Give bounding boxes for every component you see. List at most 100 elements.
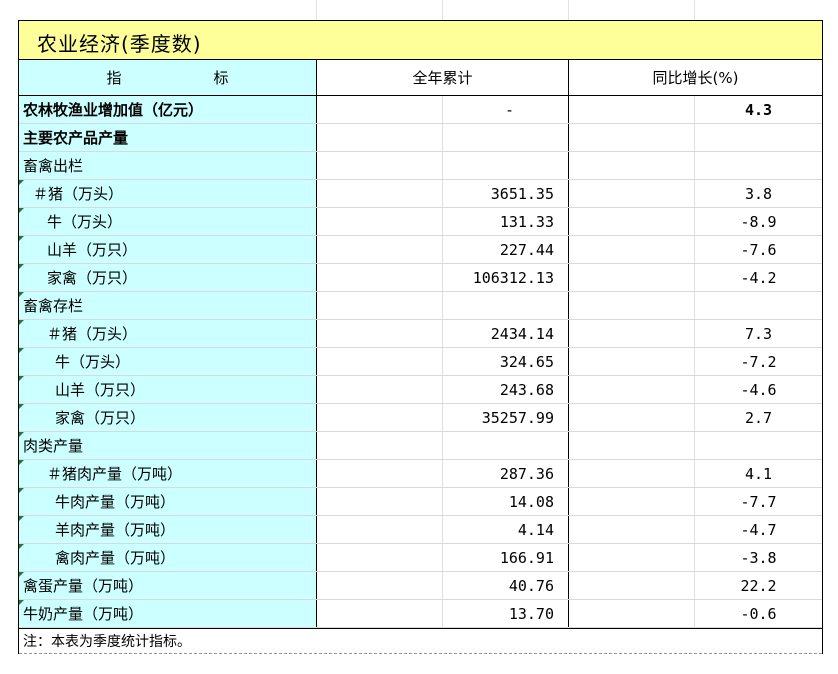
empty-cell[interactable] <box>317 432 443 459</box>
empty-cell[interactable] <box>569 348 695 375</box>
cumulative-value[interactable] <box>443 292 569 319</box>
empty-cell[interactable] <box>569 152 695 179</box>
yoy-value[interactable] <box>695 124 822 151</box>
empty-cell[interactable] <box>317 516 443 543</box>
cumulative-value[interactable]: 106312.13 <box>443 264 569 291</box>
cumulative-value[interactable]: 35257.99 <box>443 404 569 431</box>
yoy-value[interactable]: -7.2 <box>695 348 822 375</box>
yoy-value[interactable] <box>695 292 822 319</box>
yoy-value[interactable]: 4.1 <box>695 460 822 487</box>
header-cumulative[interactable]: 全年累计 <box>317 60 569 95</box>
empty-cell[interactable] <box>569 180 695 207</box>
cumulative-value[interactable]: 166.91 <box>443 544 569 571</box>
yoy-value[interactable]: -4.7 <box>695 516 822 543</box>
row-label[interactable]: 牛（万头） <box>19 348 317 375</box>
empty-cell[interactable] <box>317 236 443 263</box>
header-yoy[interactable]: 同比增长(%) <box>569 60 822 95</box>
empty-cell[interactable] <box>569 292 695 319</box>
yoy-value[interactable]: 7.3 <box>695 320 822 347</box>
yoy-value[interactable]: 22.2 <box>695 572 822 599</box>
empty-cell[interactable] <box>569 404 695 431</box>
cumulative-value[interactable]: 243.68 <box>443 376 569 403</box>
empty-cell[interactable] <box>569 320 695 347</box>
cumulative-value[interactable]: 227.44 <box>443 236 569 263</box>
cumulative-value[interactable]: 324.65 <box>443 348 569 375</box>
row-label[interactable]: 山羊（万只） <box>19 376 317 403</box>
empty-cell[interactable] <box>569 600 695 627</box>
cumulative-value[interactable]: 131.33 <box>443 208 569 235</box>
yoy-value[interactable]: -4.6 <box>695 376 822 403</box>
yoy-value[interactable]: -7.7 <box>695 488 822 515</box>
row-label[interactable]: 农林牧渔业增加值（亿元） <box>19 96 317 123</box>
empty-cell[interactable] <box>317 320 443 347</box>
row-label[interactable]: 家禽（万只） <box>19 264 317 291</box>
cumulative-value[interactable]: 2434.14 <box>443 320 569 347</box>
yoy-value[interactable]: -7.6 <box>695 236 822 263</box>
empty-cell[interactable] <box>317 460 443 487</box>
empty-cell[interactable] <box>317 348 443 375</box>
empty-cell[interactable] <box>569 264 695 291</box>
row-label[interactable]: 肉类产量 <box>19 432 317 459</box>
yoy-value[interactable]: -3.8 <box>695 544 822 571</box>
row-label[interactable]: 畜禽出栏 <box>19 152 317 179</box>
yoy-value[interactable] <box>695 152 822 179</box>
yoy-value[interactable]: -4.2 <box>695 264 822 291</box>
empty-cell[interactable] <box>317 544 443 571</box>
yoy-value[interactable]: -8.9 <box>695 208 822 235</box>
row-label[interactable]: ＃猪（万头） <box>19 320 317 347</box>
row-label[interactable]: 主要农产品产量 <box>19 124 317 151</box>
cumulative-value[interactable]: 40.76 <box>443 572 569 599</box>
empty-cell[interactable] <box>569 544 695 571</box>
empty-cell[interactable] <box>317 292 443 319</box>
empty-cell[interactable] <box>569 124 695 151</box>
row-label[interactable]: 禽蛋产量（万吨） <box>19 572 317 599</box>
row-label[interactable]: 牛（万头） <box>19 208 317 235</box>
empty-cell[interactable] <box>569 236 695 263</box>
row-label[interactable]: 牛奶产量（万吨） <box>19 600 317 627</box>
row-label[interactable]: 禽肉产量（万吨） <box>19 544 317 571</box>
cumulative-value[interactable]: 287.36 <box>443 460 569 487</box>
empty-cell[interactable] <box>317 152 443 179</box>
empty-cell[interactable] <box>569 96 695 123</box>
empty-cell[interactable] <box>317 264 443 291</box>
empty-cell[interactable] <box>317 600 443 627</box>
empty-cell[interactable] <box>317 376 443 403</box>
cumulative-value[interactable]: - <box>443 96 569 123</box>
row-label[interactable]: 山羊（万只） <box>19 236 317 263</box>
yoy-value[interactable]: 3.8 <box>695 180 822 207</box>
footnote[interactable]: 注：本表为季度统计指标。 <box>19 628 822 654</box>
empty-cell[interactable] <box>569 208 695 235</box>
cumulative-value[interactable]: 14.08 <box>443 488 569 515</box>
empty-cell[interactable] <box>569 516 695 543</box>
cumulative-value[interactable]: 4.14 <box>443 516 569 543</box>
empty-cell[interactable] <box>317 208 443 235</box>
yoy-value[interactable] <box>695 432 822 459</box>
cumulative-value[interactable]: 3651.35 <box>443 180 569 207</box>
row-label[interactable]: 家禽（万只） <box>19 404 317 431</box>
empty-cell[interactable] <box>569 460 695 487</box>
yoy-value[interactable]: -0.6 <box>695 600 822 627</box>
cumulative-value[interactable]: 13.70 <box>443 600 569 627</box>
empty-cell[interactable] <box>317 572 443 599</box>
empty-cell[interactable] <box>569 572 695 599</box>
row-label[interactable]: 羊肉产量（万吨） <box>19 516 317 543</box>
empty-cell[interactable] <box>317 404 443 431</box>
title-row[interactable]: 农业经济(季度数) <box>19 20 822 60</box>
cumulative-value[interactable] <box>443 124 569 151</box>
row-label[interactable]: 牛肉产量（万吨） <box>19 488 317 515</box>
header-indicator[interactable]: 指 标 <box>19 60 317 95</box>
empty-cell[interactable] <box>317 180 443 207</box>
empty-cell[interactable] <box>569 488 695 515</box>
empty-cell[interactable] <box>317 96 443 123</box>
empty-cell[interactable] <box>569 432 695 459</box>
row-label[interactable]: 畜禽存栏 <box>19 292 317 319</box>
empty-cell[interactable] <box>569 376 695 403</box>
row-label[interactable]: ＃猪（万头） <box>19 180 317 207</box>
cumulative-value[interactable] <box>443 432 569 459</box>
cumulative-value[interactable] <box>443 152 569 179</box>
empty-cell[interactable] <box>317 488 443 515</box>
yoy-value[interactable]: 4.3 <box>695 96 822 123</box>
row-label[interactable]: ＃猪肉产量（万吨） <box>19 460 317 487</box>
yoy-value[interactable]: 2.7 <box>695 404 822 431</box>
empty-cell[interactable] <box>317 124 443 151</box>
